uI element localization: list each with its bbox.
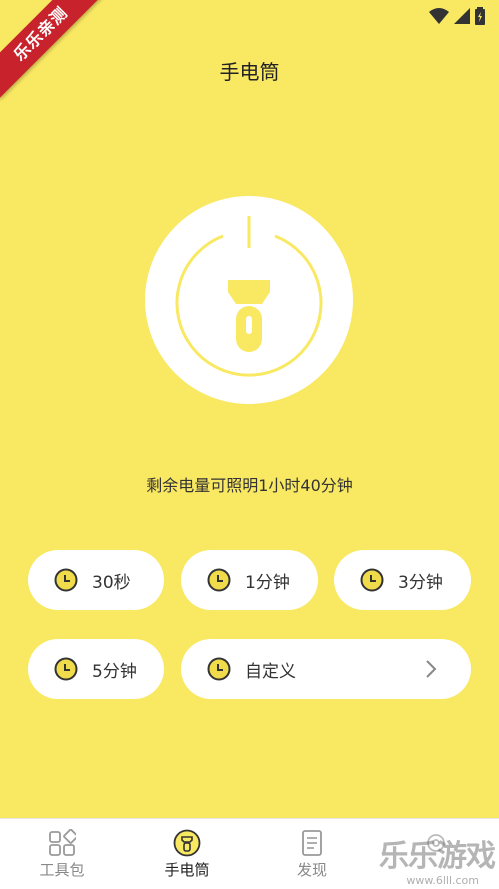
clock-icon — [54, 657, 78, 681]
timer-custom-button[interactable]: 自定义 — [181, 639, 471, 699]
tab-label: 手电筒 — [164, 861, 210, 879]
battery-remaining-text: 剩余电量可照明1小时40分钟 — [146, 476, 353, 495]
chevron-right-icon — [426, 660, 437, 678]
timer-label: 5分钟 — [92, 661, 137, 682]
document-icon — [302, 830, 322, 856]
tab-flashlight[interactable]: 手电筒 — [137, 819, 237, 889]
timer-label: 1分钟 — [245, 572, 290, 593]
status-icons — [429, 7, 485, 25]
timer-1min-button[interactable]: 1分钟 — [181, 550, 318, 610]
timer-3min-button[interactable]: 3分钟 — [334, 550, 471, 610]
tab-label: 工具包 — [39, 861, 85, 879]
timer-5min-button[interactable]: 5分钟 — [28, 639, 164, 699]
watermark-logo: 乐乐游戏 — [379, 839, 496, 874]
clock-icon — [360, 568, 384, 592]
clock-icon — [207, 568, 231, 592]
grid-icon — [49, 829, 76, 856]
timer-30s-button[interactable]: 30秒 — [28, 550, 164, 610]
clock-icon — [207, 657, 231, 681]
timer-label: 自定义 — [245, 661, 296, 682]
timer-label: 30秒 — [92, 572, 131, 593]
tab-label: 发现 — [296, 861, 327, 879]
tab-discover[interactable]: 发现 — [262, 819, 362, 889]
power-flashlight-icon — [175, 216, 323, 377]
bottom-tab-bar: 工具包 手电筒 发现 乐乐游戏 www.6lll.com — [0, 818, 499, 889]
flashlight-icon — [173, 829, 201, 857]
battery-icon — [475, 7, 485, 25]
signal-icon — [454, 8, 470, 24]
page-title: 手电筒 — [219, 60, 280, 84]
flashlight-toggle-button[interactable] — [145, 196, 353, 404]
watermark-url: www.6lll.com — [406, 874, 479, 887]
tab-toolkit[interactable]: 工具包 — [12, 819, 112, 889]
timer-label: 3分钟 — [398, 572, 443, 593]
wifi-icon — [429, 8, 449, 24]
clock-icon — [54, 568, 78, 592]
